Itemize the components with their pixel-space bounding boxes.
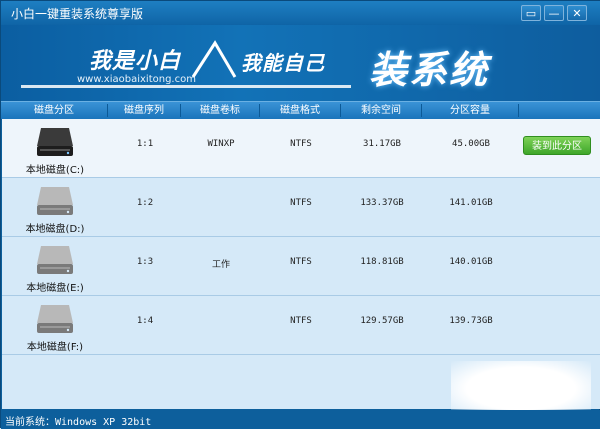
disk-format: NTFS (290, 316, 312, 326)
disk-row-e[interactable]: 本地磁盘(E:) 1:3 工作 NTFS 118.81GB 140.01GB (2, 237, 600, 296)
disk-free-space: 118.81GB (360, 257, 404, 267)
header-divider (518, 104, 519, 117)
disk-volume: WINXP (207, 139, 235, 149)
chat-bubble-icon: ▭ (525, 7, 537, 20)
minimize-button[interactable]: — (544, 5, 564, 21)
disk-row-d[interactable]: 本地磁盘(D:) 1:2 NTFS 133.37GB 141.01GB (2, 178, 600, 237)
disk-row-c[interactable]: 本地磁盘(C:) 1:1 WINXP NTFS 31.17GB 45.00GB … (2, 119, 600, 178)
disk-row-f[interactable]: 本地磁盘(F:) 1:4 NTFS 129.57GB 139.73GB (2, 296, 600, 355)
col-header-format[interactable]: 磁盘格式 (260, 102, 340, 119)
disk-label: 本地磁盘(F:) (26, 342, 84, 353)
col-header-serial[interactable]: 磁盘序列 (108, 102, 180, 119)
hard-disk-icon (37, 246, 73, 274)
disk-capacity: 141.01GB (449, 198, 493, 208)
disk-label: 本地磁盘(C:) (25, 165, 85, 176)
banner-underline (21, 85, 351, 88)
disk-serial: 1:3 (136, 257, 154, 267)
disk-free-space: 31.17GB (363, 139, 401, 149)
disk-format: NTFS (290, 198, 312, 208)
minimize-icon: — (548, 7, 560, 20)
column-header-row: 磁盘分区 磁盘序列 磁盘卷标 磁盘格式 剩余空间 分区容量 (1, 101, 600, 120)
disk-free-space: 133.37GB (360, 198, 404, 208)
white-smudge (451, 361, 591, 416)
disk-capacity: 45.00GB (452, 139, 490, 149)
current-system-text: 当前系统：Windows XP 32bit (5, 417, 152, 428)
site-url: www.xiaobaixitong.com (77, 74, 196, 85)
disk-label: 本地磁盘(D:) (25, 224, 85, 235)
slogan-left: 我是小白 (89, 49, 182, 74)
hard-disk-icon (37, 305, 73, 333)
hard-disk-icon (37, 128, 73, 156)
disk-format: NTFS (290, 139, 312, 149)
disk-serial: 1:4 (136, 316, 154, 326)
hard-disk-icon (37, 187, 73, 215)
col-header-free[interactable]: 剩余空间 (341, 102, 421, 119)
slogan-right: 我能自己 (241, 51, 325, 75)
close-icon: ✕ (572, 7, 582, 20)
disk-capacity: 140.01GB (449, 257, 493, 267)
status-bar: 当前系统：Windows XP 32bit (1, 410, 600, 429)
disk-volume: 工作 (211, 260, 230, 270)
disk-format: NTFS (290, 257, 312, 267)
col-header-volume[interactable]: 磁盘卷标 (181, 102, 259, 119)
col-header-capacity[interactable]: 分区容量 (422, 102, 518, 119)
disk-free-space: 129.57GB (360, 316, 404, 326)
install-to-partition-button[interactable]: 装到此分区 (523, 136, 591, 155)
peak-logo-icon (191, 40, 237, 78)
disk-list: 本地磁盘(C:) 1:1 WINXP NTFS 31.17GB 45.00GB … (2, 119, 600, 416)
banner: 我是小白 我能自己 www.xiaobaixitong.com 装系统 (1, 25, 600, 101)
app-window: 小白一键重装系统尊享版 ▭ — ✕ 我是小白 我能自己 www.xiaobaix… (0, 0, 600, 429)
disk-serial: 1:2 (136, 198, 154, 208)
feedback-button[interactable]: ▭ (521, 5, 541, 21)
col-header-partition[interactable]: 磁盘分区 (1, 102, 107, 119)
window-title: 小白一键重装系统尊享版 (11, 7, 144, 21)
disk-label: 本地磁盘(E:) (26, 283, 84, 294)
close-button[interactable]: ✕ (567, 5, 587, 21)
banner-big-title: 装系统 (369, 48, 490, 92)
disk-capacity: 139.73GB (449, 316, 493, 326)
title-bar[interactable]: 小白一键重装系统尊享版 ▭ — ✕ (1, 1, 600, 25)
disk-serial: 1:1 (136, 139, 154, 149)
